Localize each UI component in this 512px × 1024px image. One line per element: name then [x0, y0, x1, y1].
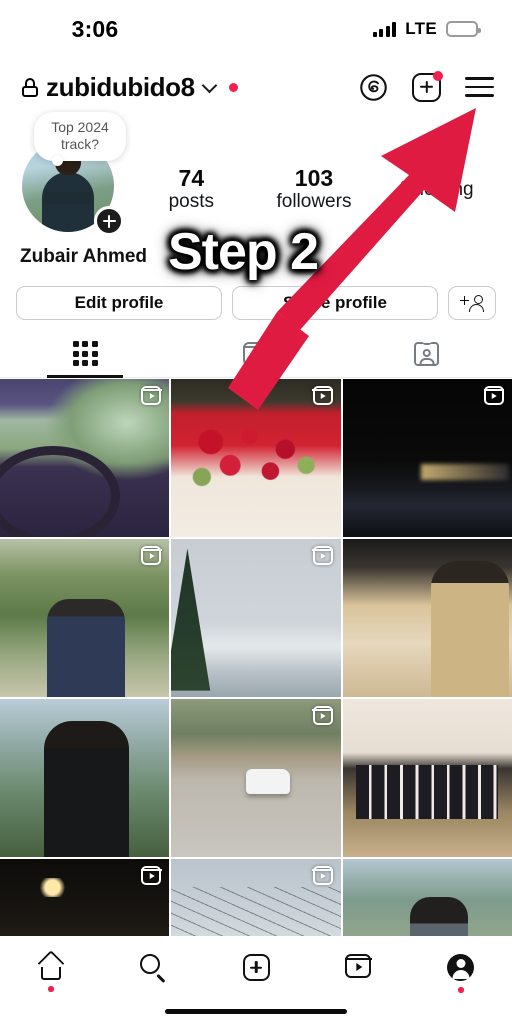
post-white-car-mountain-road[interactable]	[171, 699, 341, 857]
instagram-profile-screen: 3:06 LTE zubidubido8 Top 2024 track? 74 …	[0, 0, 512, 1024]
nav-search[interactable]	[102, 954, 204, 984]
reels-icon	[345, 954, 372, 978]
reel-badge-icon	[312, 866, 333, 885]
nav-profile[interactable]	[410, 954, 512, 993]
lock-icon	[22, 77, 38, 97]
discover-people-button[interactable]	[448, 286, 496, 320]
stat-posts[interactable]: 74 posts	[147, 164, 235, 215]
status-bar: 3:06 LTE	[0, 0, 512, 58]
nav-create[interactable]	[205, 954, 307, 981]
grid-icon	[72, 340, 98, 367]
edit-profile-button[interactable]: Edit profile	[16, 286, 222, 320]
username-label: zubidubido8	[46, 71, 195, 102]
reel-badge-icon	[141, 546, 162, 565]
post-sky-power-lines[interactable]	[171, 859, 341, 936]
home-indicator	[165, 1008, 347, 1014]
share-profile-button[interactable]: Share profile	[232, 286, 438, 320]
plus-square-icon	[242, 954, 270, 981]
reel-badge-icon	[141, 386, 162, 405]
post-snowy-mountain[interactable]	[171, 539, 341, 697]
reel-badge-icon	[312, 706, 333, 725]
home-notification-dot	[48, 986, 54, 992]
new-post-badge	[433, 70, 443, 81]
posts-count: 74	[178, 164, 205, 191]
followers-count: 103	[294, 164, 334, 191]
tab-grid[interactable]	[0, 330, 171, 378]
home-icon	[37, 950, 65, 980]
status-indicators: LTE	[372, 19, 481, 39]
followers-label: followers	[276, 191, 352, 213]
stat-followers[interactable]: 103 followers	[270, 164, 358, 215]
network-type-label: LTE	[405, 19, 437, 38]
post-group-of-men-event[interactable]	[342, 699, 512, 857]
nav-home[interactable]	[0, 950, 102, 992]
post-tunnel-night[interactable]	[0, 859, 170, 936]
display-name: Zubair Ahmed	[20, 246, 148, 267]
profile-tabs	[0, 330, 512, 378]
header-actions	[359, 70, 494, 102]
post-man-forest-blazer[interactable]	[0, 539, 170, 697]
tab-tagged[interactable]	[341, 330, 512, 377]
post-man-grey-shirt-village[interactable]	[342, 859, 512, 936]
post-red-roses[interactable]	[171, 379, 341, 537]
post-night-driving[interactable]	[342, 379, 512, 537]
profile-notification-dot	[458, 987, 464, 993]
reel-badge-icon	[312, 386, 333, 405]
posts-label: posts	[168, 191, 215, 213]
add-person-icon	[460, 294, 484, 312]
reels-icon	[242, 341, 270, 366]
nav-reels[interactable]	[307, 954, 409, 978]
reel-badge-icon	[141, 866, 162, 885]
search-icon	[140, 954, 167, 984]
reel-badge-icon	[483, 386, 505, 405]
post-man-black-sweater-mountains[interactable]	[0, 699, 170, 857]
avatar-container[interactable]: Top 2024 track?	[16, 112, 126, 240]
add-story-plus-icon[interactable]	[94, 206, 124, 236]
tagged-icon	[414, 341, 440, 366]
status-time: 3:06	[71, 15, 119, 42]
threads-icon[interactable]	[359, 73, 388, 102]
username-notification-dot	[228, 82, 238, 92]
tab-active-underline	[47, 375, 124, 378]
step-annotation-text: Step 2	[168, 223, 319, 281]
profile-stats: 74 posts 103 followers following	[126, 164, 512, 215]
signal-bars-icon	[372, 21, 397, 37]
profile-header: zubidubido8	[0, 58, 512, 116]
battery-low-icon	[446, 21, 481, 37]
following-label: following	[399, 178, 474, 200]
profile-avatar-icon	[447, 954, 475, 981]
chevron-down-icon	[201, 77, 217, 94]
new-post-icon[interactable]	[412, 70, 443, 102]
profile-action-buttons: Edit profile Share profile	[16, 286, 496, 320]
note-bubble[interactable]: Top 2024 track?	[34, 112, 126, 167]
username-dropdown[interactable]: zubidubido8	[22, 72, 238, 103]
post-grid	[0, 379, 512, 936]
menu-icon[interactable]	[465, 77, 494, 97]
post-car-interior-day[interactable]	[0, 379, 170, 537]
stat-following[interactable]: following	[393, 179, 481, 202]
tab-reels[interactable]	[171, 330, 342, 377]
post-man-with-child-wedding[interactable]	[342, 539, 512, 697]
reel-badge-icon	[312, 546, 333, 565]
